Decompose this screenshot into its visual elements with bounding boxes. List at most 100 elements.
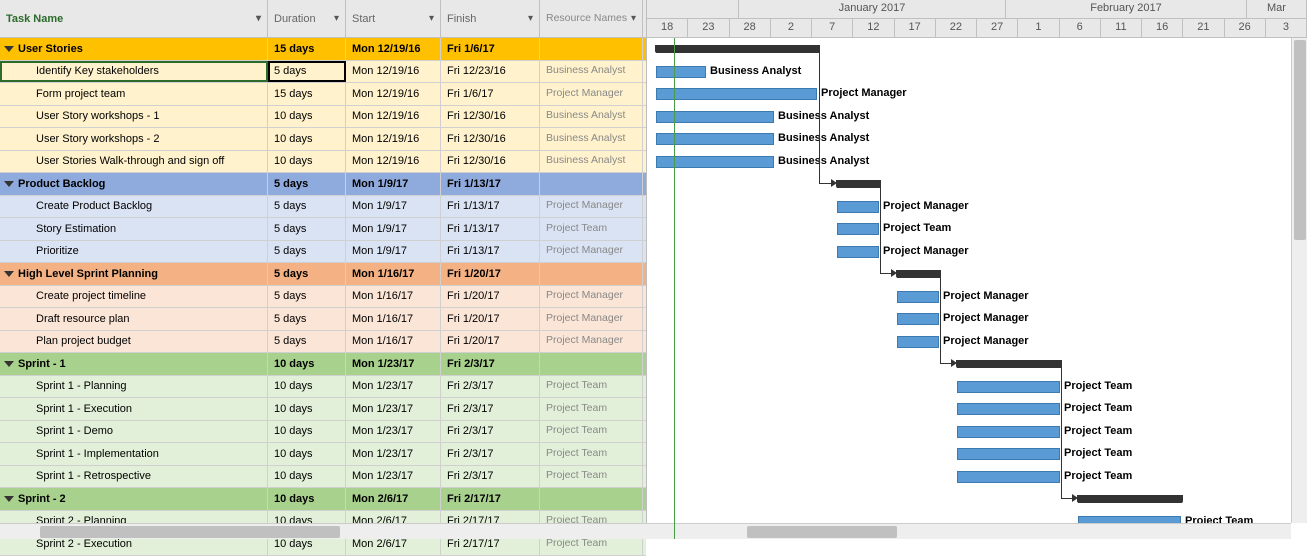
finish-cell[interactable]: Fri 2/17/17	[441, 488, 540, 510]
start-cell[interactable]: Mon 1/23/17	[346, 466, 441, 488]
resource-cell[interactable]: Project Manager	[540, 286, 643, 308]
start-cell[interactable]: Mon 12/19/16	[346, 128, 441, 150]
table-row[interactable]: User Stories Walk-through and sign off 1…	[0, 151, 646, 174]
finish-cell[interactable]: Fri 1/20/17	[441, 286, 540, 308]
table-row[interactable]: Identify Key stakeholders 5 days Mon 12/…	[0, 61, 646, 84]
table-row[interactable]: Draft resource plan 5 days Mon 1/16/17 F…	[0, 308, 646, 331]
collapse-icon[interactable]	[4, 496, 14, 502]
task-bar[interactable]: Project Manager	[897, 336, 939, 348]
gantt-row[interactable]: Project Team	[647, 376, 1307, 399]
summary-bar[interactable]	[957, 360, 1061, 368]
task-bar[interactable]: Project Team	[837, 223, 879, 235]
table-row[interactable]: Create Product Backlog 5 days Mon 1/9/17…	[0, 196, 646, 219]
task-table[interactable]: Task Name▾ Duration▾ Start▾ Finish▾ Reso…	[0, 0, 647, 539]
resource-cell[interactable]: Project Manager	[540, 83, 643, 105]
resource-cell[interactable]	[540, 488, 643, 510]
start-cell[interactable]: Mon 12/19/16	[346, 83, 441, 105]
dropdown-icon[interactable]: ▾	[528, 13, 533, 24]
start-cell[interactable]: Mon 1/16/17	[346, 286, 441, 308]
collapse-icon[interactable]	[4, 181, 14, 187]
task-name-cell[interactable]: Sprint - 2	[0, 488, 268, 510]
task-name-cell[interactable]: Story Estimation	[0, 218, 268, 240]
finish-cell[interactable]: Fri 1/20/17	[441, 331, 540, 353]
gantt-row[interactable]	[647, 38, 1307, 61]
start-cell[interactable]: Mon 1/9/17	[346, 218, 441, 240]
start-cell[interactable]: Mon 1/23/17	[346, 398, 441, 420]
resource-cell[interactable]	[540, 263, 643, 285]
finish-cell[interactable]: Fri 1/6/17	[441, 38, 540, 60]
duration-cell[interactable]: 5 days	[268, 196, 346, 218]
gantt-chart[interactable]: January 2017February 2017Mar 18232827121…	[647, 0, 1307, 539]
resource-cell[interactable]: Project Manager	[540, 331, 643, 353]
resource-cell[interactable]: Project Team	[540, 398, 643, 420]
start-cell[interactable]: Mon 1/9/17	[346, 173, 441, 195]
task-name-cell[interactable]: Draft resource plan	[0, 308, 268, 330]
start-cell[interactable]: Mon 1/9/17	[346, 241, 441, 263]
col-header-resource[interactable]: Resource Names▾	[540, 0, 643, 37]
duration-cell[interactable]: 5 days	[268, 308, 346, 330]
start-cell[interactable]: Mon 1/23/17	[346, 443, 441, 465]
task-name-cell[interactable]: Sprint 1 - Execution	[0, 398, 268, 420]
duration-cell[interactable]: 10 days	[268, 488, 346, 510]
task-name-cell[interactable]: High Level Sprint Planning	[0, 263, 268, 285]
start-cell[interactable]: Mon 12/19/16	[346, 106, 441, 128]
duration-cell[interactable]: 10 days	[268, 376, 346, 398]
table-row[interactable]: Create project timeline 5 days Mon 1/16/…	[0, 286, 646, 309]
task-name-cell[interactable]: User Story workshops - 1	[0, 106, 268, 128]
summary-bar[interactable]	[1078, 495, 1182, 503]
start-cell[interactable]: Mon 12/19/16	[346, 61, 441, 83]
gantt-row[interactable]	[647, 353, 1307, 376]
resource-cell[interactable]: Project Team	[540, 466, 643, 488]
resource-cell[interactable]: Project Team	[540, 421, 643, 443]
resource-cell[interactable]: Business Analyst	[540, 106, 643, 128]
start-cell[interactable]: Mon 1/23/17	[346, 421, 441, 443]
dropdown-icon[interactable]: ▾	[429, 13, 434, 24]
collapse-icon[interactable]	[4, 46, 14, 52]
gantt-row[interactable]: Project Team	[647, 398, 1307, 421]
summary-bar[interactable]	[897, 270, 940, 278]
table-row[interactable]: User Stories 15 days Mon 12/19/16 Fri 1/…	[0, 38, 646, 61]
duration-cell[interactable]: 10 days	[268, 443, 346, 465]
start-cell[interactable]: Mon 1/23/17	[346, 376, 441, 398]
gantt-row[interactable]: Business Analyst	[647, 61, 1307, 84]
task-name-cell[interactable]: Create project timeline	[0, 286, 268, 308]
task-name-cell[interactable]: Sprint 1 - Planning	[0, 376, 268, 398]
duration-cell[interactable]: 5 days	[268, 218, 346, 240]
duration-cell[interactable]: 10 days	[268, 106, 346, 128]
task-name-cell[interactable]: Sprint - 1	[0, 353, 268, 375]
table-row[interactable]: Sprint 1 - Retrospective 10 days Mon 1/2…	[0, 466, 646, 489]
table-row[interactable]: User Story workshops - 2 10 days Mon 12/…	[0, 128, 646, 151]
dropdown-icon[interactable]: ▾	[631, 13, 636, 24]
start-cell[interactable]: Mon 1/23/17	[346, 353, 441, 375]
table-row[interactable]: Sprint 1 - Implementation 10 days Mon 1/…	[0, 443, 646, 466]
collapse-icon[interactable]	[4, 271, 14, 277]
grid-horizontal-scrollbar[interactable]	[0, 523, 647, 539]
gantt-row[interactable]	[647, 173, 1307, 196]
task-bar[interactable]: Project Manager	[656, 88, 817, 100]
task-bar[interactable]: Project Team	[957, 448, 1060, 460]
gantt-row[interactable]	[647, 488, 1307, 511]
start-cell[interactable]: Mon 1/16/17	[346, 331, 441, 353]
dropdown-icon[interactable]: ▾	[256, 13, 261, 24]
col-header-finish[interactable]: Finish▾	[441, 0, 540, 37]
task-bar[interactable]: Project Manager	[897, 313, 939, 325]
task-name-cell[interactable]: Sprint 1 - Demo	[0, 421, 268, 443]
duration-cell[interactable]: 15 days	[268, 38, 346, 60]
resource-cell[interactable]: Project Manager	[540, 308, 643, 330]
task-name-cell[interactable]: User Story workshops - 2	[0, 128, 268, 150]
finish-cell[interactable]: Fri 2/3/17	[441, 466, 540, 488]
finish-cell[interactable]: Fri 2/3/17	[441, 376, 540, 398]
horizontal-scrollbar[interactable]	[647, 523, 1291, 539]
task-name-cell[interactable]: Form project team	[0, 83, 268, 105]
start-cell[interactable]: Mon 2/6/17	[346, 488, 441, 510]
table-row[interactable]: Sprint 1 - Demo 10 days Mon 1/23/17 Fri …	[0, 421, 646, 444]
resource-cell[interactable]	[540, 353, 643, 375]
duration-cell[interactable]: 5 days	[268, 263, 346, 285]
dropdown-icon[interactable]: ▾	[334, 13, 339, 24]
task-bar[interactable]: Project Team	[957, 471, 1060, 483]
table-row[interactable]: Product Backlog 5 days Mon 1/9/17 Fri 1/…	[0, 173, 646, 196]
table-row[interactable]: User Story workshops - 1 10 days Mon 12/…	[0, 106, 646, 129]
duration-cell[interactable]: 15 days	[268, 83, 346, 105]
resource-cell[interactable]: Project Team	[540, 376, 643, 398]
finish-cell[interactable]: Fri 1/13/17	[441, 173, 540, 195]
